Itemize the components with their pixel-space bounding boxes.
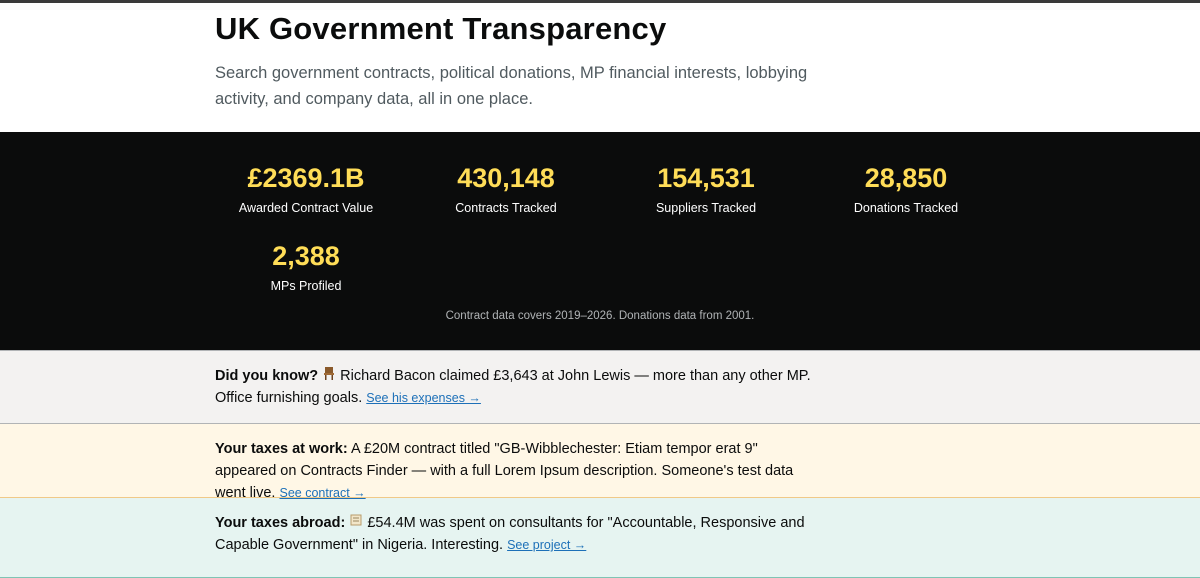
stat-value: £2369.1B xyxy=(247,163,365,193)
page-title: UK Government Transparency xyxy=(215,11,667,46)
stat-suppliers-tracked: 154,531 Suppliers Tracked xyxy=(606,163,806,215)
stat-contracts-tracked: 430,148 Contracts Tracked xyxy=(406,163,606,215)
stat-value: 430,148 xyxy=(457,163,555,193)
fact-did-you-know: Did you know? Richard Bacon claimed £3,6… xyxy=(0,350,1200,424)
stat-donations-tracked: 28,850 Donations Tracked xyxy=(806,163,1006,215)
stat-label: MPs Profiled xyxy=(270,279,342,293)
fact-taxes-abroad: Your taxes abroad: £54.4M was spent on c… xyxy=(0,498,1200,578)
scroll-icon xyxy=(349,512,363,534)
stat-label: Donations Tracked xyxy=(853,201,959,215)
chair-icon xyxy=(322,365,336,387)
fact-heading: Your taxes at work: xyxy=(215,441,348,457)
stat-contract-value: £2369.1B Awarded Contract Value xyxy=(206,163,406,215)
stat-mps-profiled: 2,388 MPs Profiled xyxy=(206,241,406,293)
coverage-note: Contract data covers 2019–2026. Donation… xyxy=(445,310,755,322)
stats-panel: £2369.1B Awarded Contract Value 430,148 … xyxy=(0,132,1200,350)
see-contract-link[interactable]: See contract → xyxy=(279,486,365,500)
page-subtitle: Search government contracts, political d… xyxy=(215,64,808,108)
stat-label: Suppliers Tracked xyxy=(655,201,757,215)
fact-taxes-at-work: Your taxes at work: A £20M contract titl… xyxy=(0,424,1200,501)
see-expenses-link[interactable]: See his expenses → xyxy=(366,391,481,405)
stat-value: 2,388 xyxy=(272,241,340,271)
stat-label: Contracts Tracked xyxy=(455,201,557,215)
see-project-link[interactable]: See project → xyxy=(507,538,586,552)
stat-value: 28,850 xyxy=(864,163,948,193)
stat-label: Awarded Contract Value xyxy=(238,201,374,215)
fact-heading: Did you know? xyxy=(215,368,319,384)
hero-header: UK Government Transparency Search govern… xyxy=(0,3,1200,132)
fact-heading: Your taxes abroad: xyxy=(215,515,346,531)
stat-value: 154,531 xyxy=(657,163,755,193)
